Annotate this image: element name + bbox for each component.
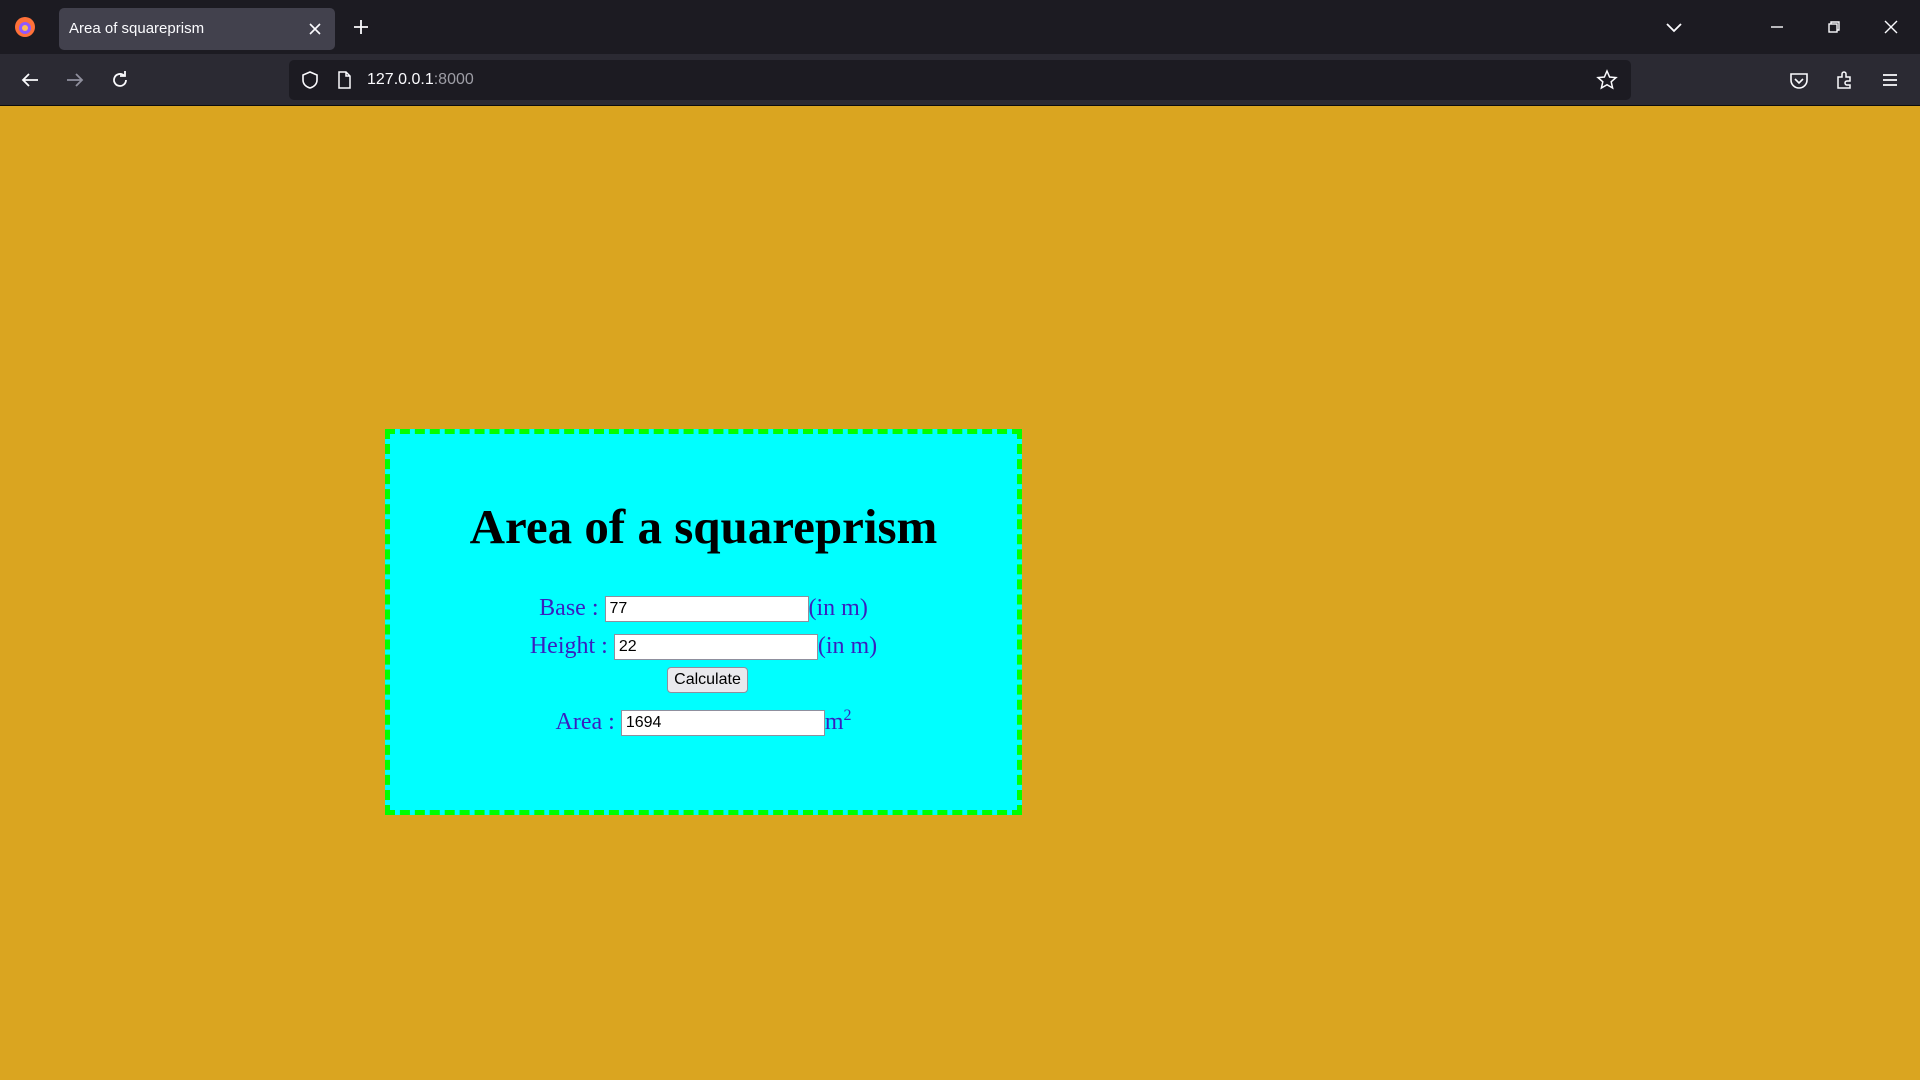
bookmark-star-icon[interactable]: [1596, 69, 1618, 91]
minimize-icon[interactable]: [1766, 16, 1788, 38]
window-close-icon[interactable]: [1880, 16, 1902, 38]
height-input[interactable]: [613, 634, 818, 661]
firefox-logo-icon: [14, 16, 36, 38]
height-row: Height : (in m): [390, 633, 1017, 661]
area-unit: m: [824, 709, 844, 735]
shield-icon[interactable]: [299, 69, 321, 91]
menu-icon[interactable]: [1878, 68, 1902, 92]
height-unit: (in m): [817, 633, 878, 659]
pocket-icon[interactable]: [1787, 68, 1811, 92]
page-icon[interactable]: [333, 69, 355, 91]
tab-active[interactable]: Area of squareprism: [59, 8, 335, 50]
forward-arrow-icon[interactable]: [63, 68, 87, 92]
nav-bar: 127.0.0.1:8000: [0, 54, 1920, 106]
base-label: Base :: [539, 595, 599, 621]
area-row: Area : m2: [390, 707, 1017, 737]
calculator-card: Area of a squareprism Base : (in m) Heig…: [385, 429, 1022, 815]
base-unit: (in m): [808, 595, 868, 621]
base-row: Base : (in m): [390, 595, 1017, 623]
base-input[interactable]: [604, 596, 809, 623]
calculate-button[interactable]: Calculate: [667, 667, 748, 693]
restore-icon[interactable]: [1823, 16, 1845, 38]
chevron-down-icon[interactable]: [1663, 16, 1685, 38]
area-label: Area :: [555, 709, 615, 735]
tab-title: Area of squareprism: [69, 20, 205, 37]
close-icon[interactable]: [305, 19, 325, 39]
page-viewport: Area of a squareprism Base : (in m) Heig…: [0, 106, 1920, 1080]
page-heading: Area of a squareprism: [469, 499, 938, 554]
extensions-icon[interactable]: [1833, 68, 1857, 92]
reload-icon[interactable]: [108, 68, 132, 92]
back-arrow-icon[interactable]: [18, 68, 42, 92]
url-bar[interactable]: 127.0.0.1:8000: [289, 60, 1631, 100]
url-text: 127.0.0.1:8000: [367, 71, 474, 88]
tab-strip: Area of squareprism: [0, 0, 1920, 54]
height-label: Height :: [529, 633, 608, 659]
area-unit-exponent: 2: [843, 707, 852, 724]
plus-icon[interactable]: [350, 16, 372, 38]
area-output[interactable]: [620, 710, 825, 737]
